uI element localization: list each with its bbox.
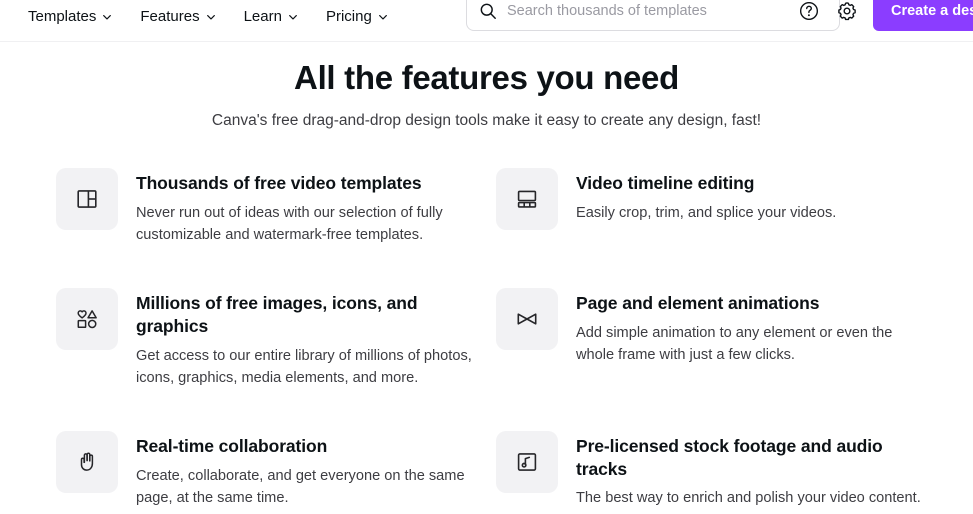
- question-mark-circle-icon[interactable]: [797, 0, 821, 23]
- feature-title: Page and element animations: [576, 293, 820, 314]
- page-subtitle: Canva's free drag-and-drop design tools …: [211, 112, 762, 129]
- feature-title: Video timeline editing: [576, 173, 755, 193]
- create-a-design-button[interactable]: Create a design: [873, 0, 973, 31]
- animation-bowtie-icon: [496, 288, 558, 351]
- feature-card: Millions of free images, icons, and grap…: [56, 286, 496, 389]
- nav-item-pricing[interactable]: Pricing: [312, 0, 402, 33]
- feature-card: Page and element animations Add simple a…: [496, 286, 936, 389]
- shapes-elements-icon: [56, 288, 118, 351]
- header-actions: Create a design: [797, 0, 973, 31]
- feature-title: Thousands of free video templates: [136, 173, 422, 193]
- feature-title: Millions of free images, icons, and grap…: [136, 293, 418, 336]
- chevron-down-icon: [378, 12, 388, 22]
- feature-card: Real-time collaboration Create, collabor…: [56, 429, 496, 510]
- nav-item-learn[interactable]: Learn: [230, 0, 312, 33]
- gear-icon[interactable]: [835, 0, 859, 23]
- layout-template-icon: [56, 168, 118, 230]
- feature-description: Add simple animation to any element or e…: [576, 324, 893, 364]
- chevron-down-icon: [206, 12, 216, 22]
- features-grid: Thousands of free video templates Never …: [0, 166, 973, 510]
- nav-item-label: Learn: [243, 8, 282, 25]
- nav-item-label: Pricing: [325, 8, 372, 25]
- feature-description: Never run out of ideas with our selectio…: [136, 204, 443, 243]
- feature-title: Real-time collaboration: [136, 435, 328, 456]
- search-icon: [479, 2, 497, 20]
- feature-description: Create, collaborate, and get everyone on…: [136, 467, 465, 506]
- nav-item-features[interactable]: Features: [126, 0, 229, 33]
- nav-item-templates[interactable]: Templates: [14, 0, 126, 33]
- nav-item-label: Features: [140, 8, 200, 25]
- feature-card: Video timeline editing Easily crop, trim…: [496, 166, 936, 246]
- features-section: All the features you need Canva's free d…: [0, 42, 973, 510]
- feature-description: Get access to our entire library of mill…: [136, 347, 472, 386]
- video-timeline-icon: [496, 168, 558, 230]
- feature-card: Pre-licensed stock footage and audio tra…: [496, 429, 936, 510]
- feature-card: Thousands of free video templates Never …: [56, 166, 496, 246]
- chevron-down-icon: [288, 12, 298, 22]
- site-header: Templates Features Learn Pricing Search …: [0, 0, 973, 42]
- music-note-square-icon: [496, 430, 558, 493]
- main-navigation: Templates Features Learn Pricing: [0, 0, 402, 33]
- search-bar[interactable]: [466, 0, 840, 31]
- hand-wave-icon: [56, 430, 118, 493]
- page-title: All the features you need: [294, 59, 679, 96]
- feature-description: Easily crop, trim, and splice your video…: [576, 204, 837, 221]
- search-input[interactable]: [507, 3, 827, 19]
- feature-title: Pre-licensed stock footage and audio tra…: [576, 435, 883, 479]
- nav-item-label: Templates: [28, 8, 97, 25]
- chevron-down-icon: [102, 12, 112, 22]
- feature-description: The best way to enrich and polish your v…: [576, 490, 921, 507]
